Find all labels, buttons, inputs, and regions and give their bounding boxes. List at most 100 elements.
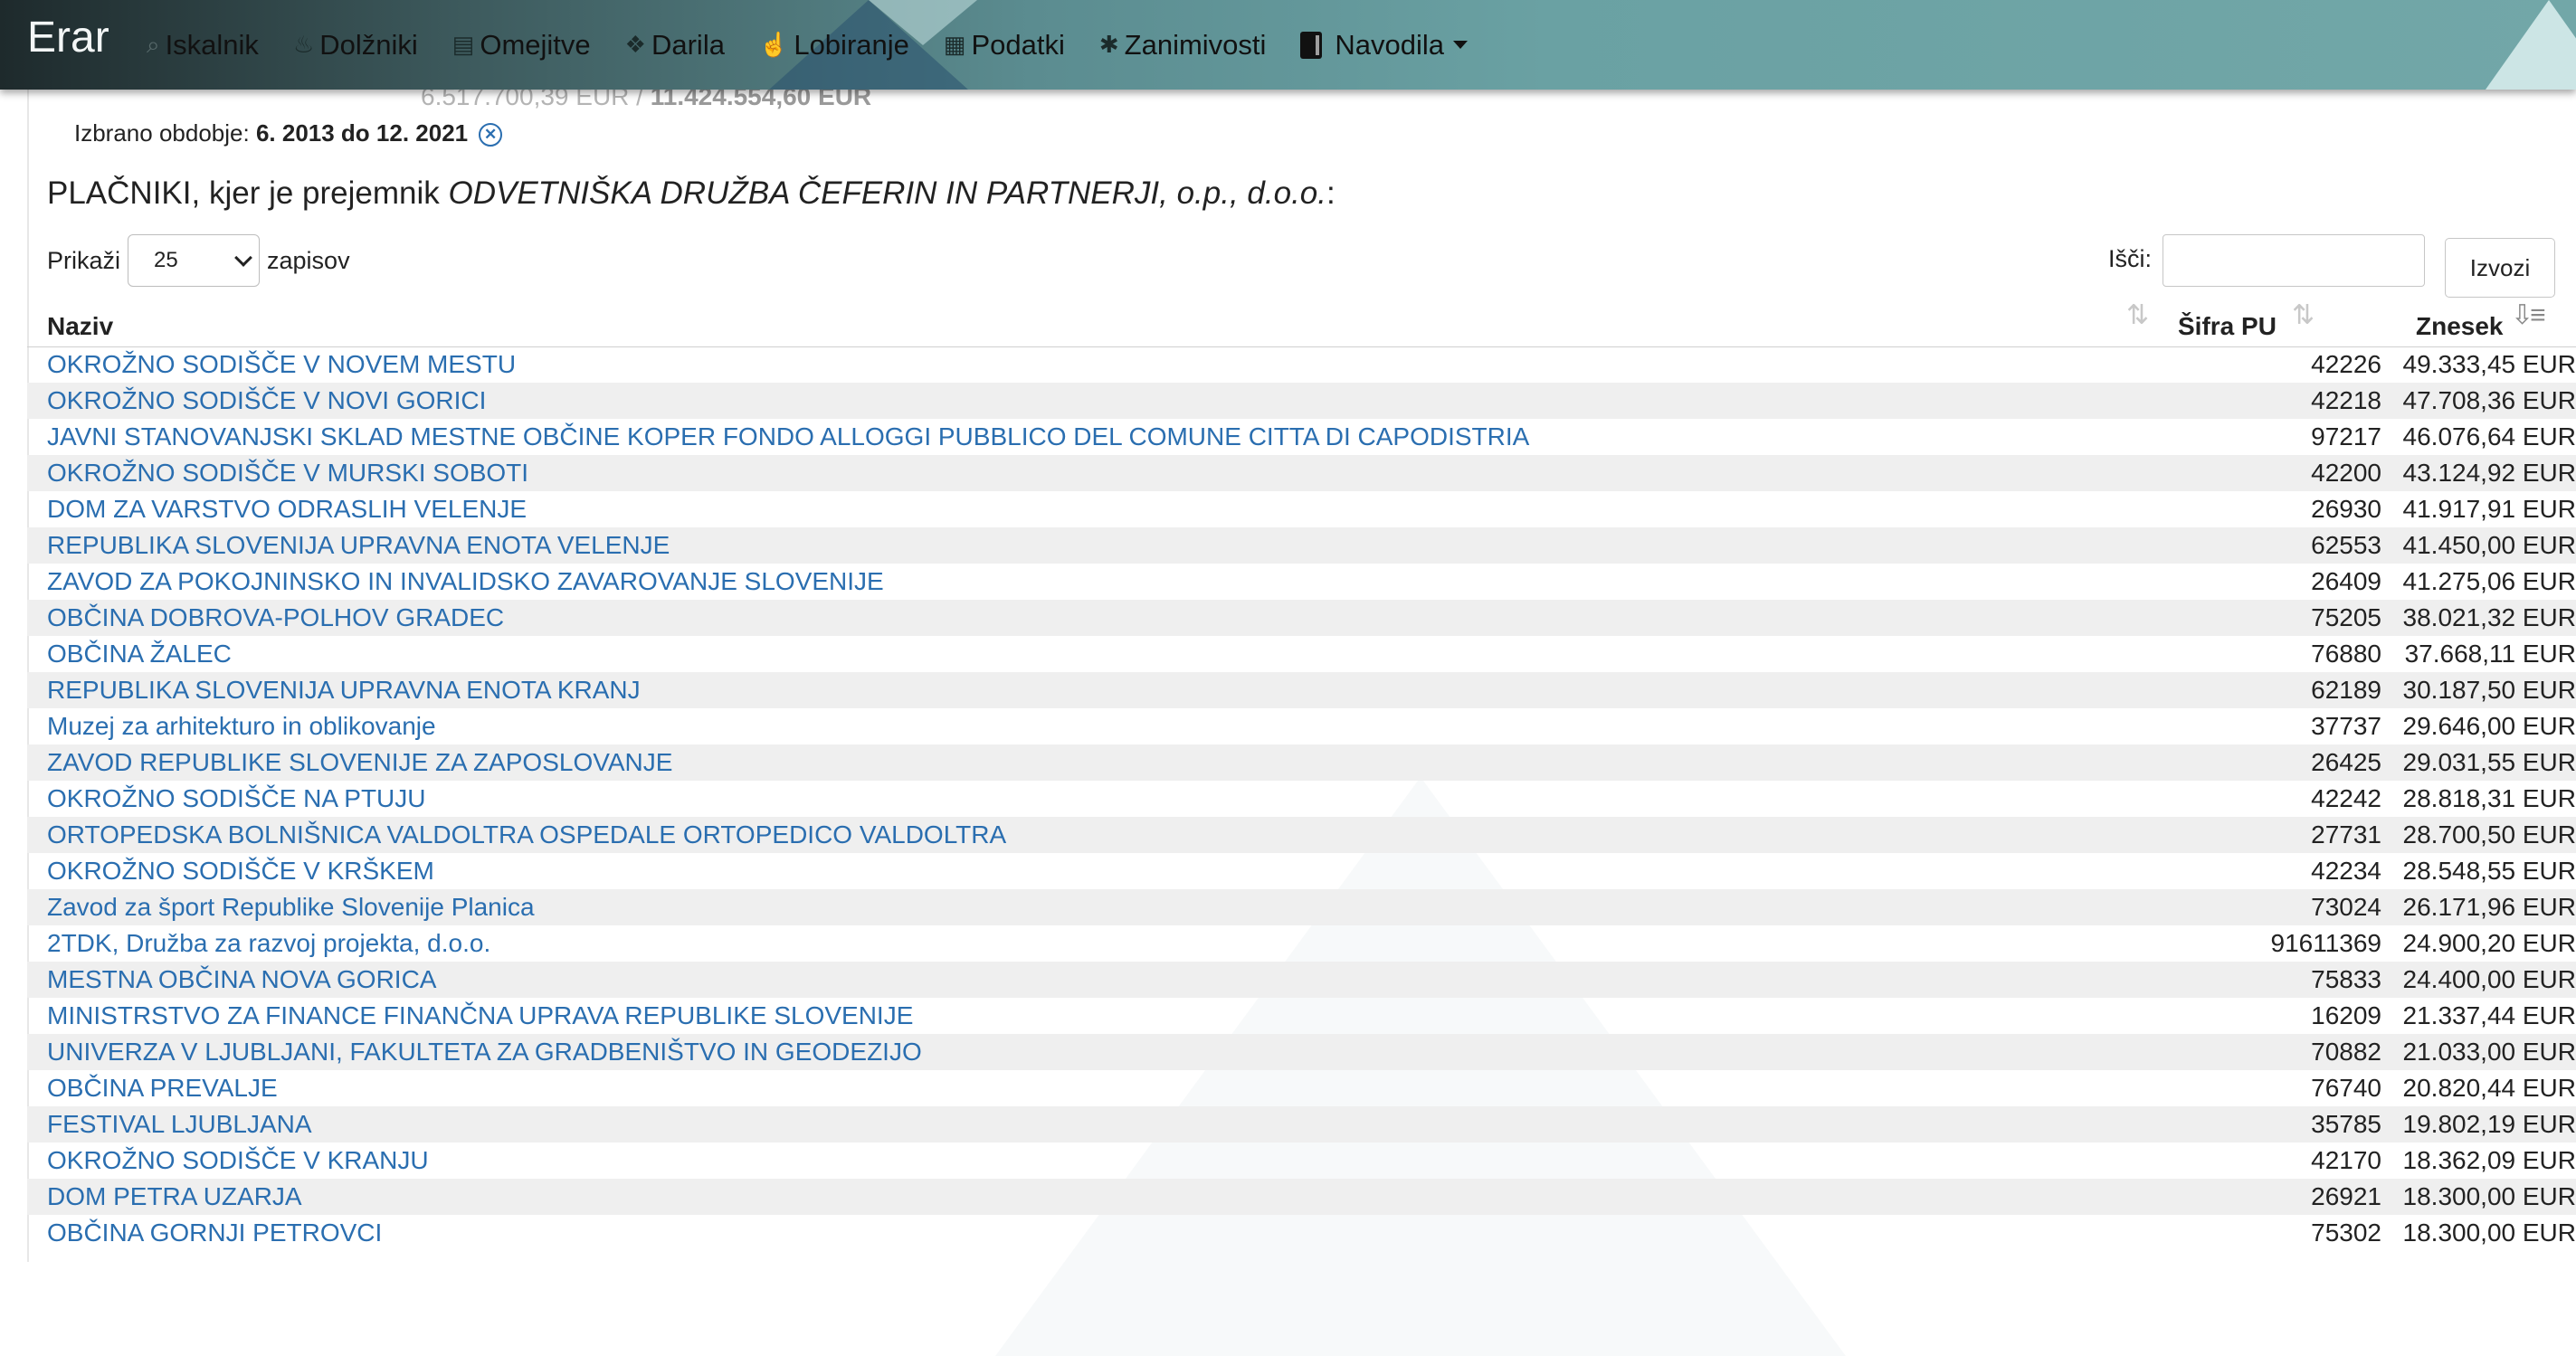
payment-amount: 26.171,96 EUR bbox=[2402, 893, 2576, 921]
payer-name-link[interactable]: JAVNI STANOVANJSKI SKLAD MESTNE OBČINE K… bbox=[47, 422, 1529, 451]
payer-name-link[interactable]: OBČINA GORNJI PETROVCI bbox=[47, 1219, 382, 1247]
payer-code: 26930 bbox=[2311, 495, 2381, 523]
payer-name-link[interactable]: OKROŽNO SODIŠČE V KRŠKEM bbox=[47, 857, 434, 886]
payment-amount: 18.300,00 EUR bbox=[2402, 1182, 2576, 1210]
payer-name-link[interactable]: UNIVERZA V LJUBLJANI, FAKULTETA ZA GRADB… bbox=[47, 1038, 922, 1067]
payer-name-link[interactable]: OBČINA ŽALEC bbox=[47, 640, 232, 669]
payer-name-link[interactable]: ZAVOD REPUBLIKE SLOVENIJE ZA ZAPOSLOVANJ… bbox=[47, 748, 672, 777]
payer-code: 42226 bbox=[2311, 350, 2381, 378]
table-body: OKROŽNO SODIŠČE V NOVEM MESTU 42226 49.333… bbox=[27, 346, 2576, 1251]
period-label: Izbrano obdobje: bbox=[74, 119, 250, 147]
payer-name-link[interactable]: FESTIVAL LJUBLJANA bbox=[47, 1110, 312, 1139]
search-icon: ⌕ bbox=[147, 30, 160, 58]
nav-item-dolzniki[interactable]: ♨ Dolžniki bbox=[293, 29, 418, 62]
table-row: OBČINA GORNJI PETROVCI 75302 18.300,00 EUR bbox=[27, 1215, 2576, 1251]
payment-amount: 21.033,00 EUR bbox=[2402, 1038, 2576, 1066]
asterisk-icon: ✱ bbox=[1098, 31, 1119, 58]
payment-amount: 37.668,11 EUR bbox=[2404, 640, 2576, 668]
table-row: FESTIVAL LJUBLJANA 35785 19.802,19 EUR bbox=[27, 1106, 2576, 1143]
table-row: ZAVOD ZA POKOJNINSKO IN INVALIDSKO ZAVAR… bbox=[27, 564, 2576, 600]
payer-code: 75833 bbox=[2311, 965, 2381, 993]
table-search: Išči: Izvozi bbox=[2108, 234, 2556, 298]
table-row: OKROŽNO SODIŠČE V MURSKI SOBOTI 42200 43.1… bbox=[27, 455, 2576, 491]
main-content: 6.517.700,39 EUR / 11.424.554,60 EUR Izb… bbox=[27, 82, 2576, 1356]
payer-name-link[interactable]: OBČINA PREVALJE bbox=[47, 1074, 278, 1103]
payer-name-link[interactable]: OKROŽNO SODIŠČE V KRANJU bbox=[47, 1146, 429, 1175]
column-header-name[interactable]: Naziv bbox=[47, 312, 113, 341]
heading-suffix: : bbox=[1326, 175, 1336, 211]
payer-code: 42218 bbox=[2311, 386, 2381, 414]
sort-icon[interactable]: ⇅ bbox=[2126, 299, 2149, 331]
payer-name-link[interactable]: ZAVOD ZA POKOJNINSKO IN INVALIDSKO ZAVAR… bbox=[47, 567, 884, 596]
sort-descending-icon[interactable]: ⇩≡ bbox=[2511, 299, 2546, 331]
payment-amount: 28.700,50 EUR bbox=[2402, 820, 2576, 849]
briefcase-icon: ▤ bbox=[452, 31, 475, 58]
grid-icon: ▦ bbox=[943, 31, 966, 58]
fire-icon: ♨ bbox=[292, 31, 315, 58]
payment-amount: 19.802,19 EUR bbox=[2402, 1110, 2576, 1138]
payer-name-link[interactable]: OKROŽNO SODIŠČE V NOVEM MESTU bbox=[47, 350, 516, 379]
nav-item-iskalnik[interactable]: ⌕ Iskalnik bbox=[147, 29, 259, 62]
payer-code: 37737 bbox=[2311, 712, 2381, 740]
nav-item-darila[interactable]: ❖ Darila bbox=[625, 29, 725, 62]
payer-name-link[interactable]: 2TDK, Družba za razvoj projekta, d.o.o. bbox=[47, 929, 490, 958]
payer-code: 75302 bbox=[2311, 1219, 2381, 1247]
nav-item-label: Navodila bbox=[1335, 28, 1445, 61]
payer-code: 27731 bbox=[2311, 820, 2381, 849]
table-row: MESTNA OBČINA NOVA GORICA 75833 24.400,00 … bbox=[27, 962, 2576, 998]
payer-name-link[interactable]: OKROŽNO SODIŠČE NA PTUJU bbox=[47, 784, 426, 813]
nav-item-zanimivosti[interactable]: ✱ Zanimivosti bbox=[1099, 29, 1267, 62]
table-row: REPUBLIKA SLOVENIJA UPRAVNA ENOTA VELENJ… bbox=[27, 527, 2576, 564]
payer-name-link[interactable]: Muzej za arhitekturo in oblikovanje bbox=[47, 712, 436, 741]
navbar-decoration bbox=[2486, 0, 2576, 90]
payer-name-link[interactable]: ORTOPEDSKA BOLNIŠNICA VALDOLTRA OSPEDALE… bbox=[47, 820, 1006, 849]
nav-item-label: Omejitve bbox=[480, 28, 591, 61]
column-header-code[interactable]: Šifra PU bbox=[2178, 312, 2277, 341]
table-row: ORTOPEDSKA BOLNIŠNICA VALDOLTRA OSPEDALE… bbox=[27, 817, 2576, 853]
payer-code: 91611369 bbox=[2270, 929, 2382, 957]
payer-code: 73024 bbox=[2311, 893, 2381, 921]
brand-logo[interactable]: Erar bbox=[27, 13, 109, 62]
table-row: OKROŽNO SODIŠČE V NOVEM MESTU 42226 49.333… bbox=[27, 346, 2576, 383]
nav-item-navodila[interactable]: Navodila bbox=[1300, 28, 1469, 62]
column-header-amount[interactable]: Znesek bbox=[2416, 312, 2504, 341]
payer-name-link[interactable]: REPUBLIKA SLOVENIJA UPRAVNA ENOTA VELENJ… bbox=[47, 531, 670, 560]
clear-period-icon[interactable]: ✕ bbox=[479, 123, 503, 147]
chevron-down-icon bbox=[234, 249, 252, 267]
payment-amount: 38.021,32 EUR bbox=[2402, 603, 2576, 631]
nav-item-lobiranje[interactable]: ☝ Lobiranje bbox=[759, 29, 909, 62]
table-row: MINISTRSTVO ZA FINANCE FINANČNA UPRAVA R… bbox=[27, 998, 2576, 1034]
payer-code: 97217 bbox=[2311, 422, 2381, 450]
payer-code: 42200 bbox=[2311, 459, 2381, 487]
heading-prefix: PLAČNIKI, kjer je prejemnik bbox=[47, 175, 449, 211]
nav-item-label: Iskalnik bbox=[165, 28, 259, 61]
payer-name-link[interactable]: REPUBLIKA SLOVENIJA UPRAVNA ENOTA KRANJ bbox=[47, 676, 641, 705]
payer-name-link[interactable]: DOM PETRA UZARJA bbox=[47, 1182, 302, 1211]
payer-name-link[interactable]: MINISTRSTVO ZA FINANCE FINANČNA UPRAVA R… bbox=[47, 1001, 913, 1030]
payer-name-link[interactable]: OKROŽNO SODIŠČE V NOVI GORICI bbox=[47, 386, 486, 415]
payer-name-link[interactable]: Zavod za šport Republike Slovenije Plani… bbox=[47, 893, 535, 922]
search-input[interactable] bbox=[2163, 234, 2426, 287]
table-row: OKROŽNO SODIŠČE V NOVI GORICI 42218 47.708… bbox=[27, 383, 2576, 419]
page-length-select[interactable]: 25 bbox=[128, 234, 261, 287]
page-length-value: 25 bbox=[154, 248, 178, 272]
payer-name-link[interactable]: OKROŽNO SODIŠČE V MURSKI SOBOTI bbox=[47, 459, 528, 488]
payer-name-link[interactable]: DOM ZA VARSTVO ODRASLIH VELENJE bbox=[47, 495, 527, 524]
search-label: Išči: bbox=[2108, 245, 2153, 272]
table-row: OKROŽNO SODIŠČE V KRANJU 42170 18.362,09 E… bbox=[27, 1143, 2576, 1179]
table-row: OKROŽNO SODIŠČE NA PTUJU 42242 28.818,31 E… bbox=[27, 781, 2576, 817]
payer-code: 70882 bbox=[2311, 1038, 2381, 1066]
nav-menu: ⌕ Iskalnik ♨ Dolžniki ▤ Omejitve ❖ Daril… bbox=[147, 0, 1502, 90]
sort-icon[interactable]: ⇅ bbox=[2292, 299, 2315, 331]
payer-code: 62189 bbox=[2311, 676, 2381, 704]
nav-item-podatki[interactable]: ▦ Podatki bbox=[944, 29, 1065, 62]
export-button[interactable]: Izvozi bbox=[2445, 238, 2556, 298]
nav-item-omejitve[interactable]: ▤ Omejitve bbox=[452, 29, 591, 62]
table-row: UNIVERZA V LJUBLJANI, FAKULTETA ZA GRADB… bbox=[27, 1034, 2576, 1070]
payment-amount: 41.450,00 EUR bbox=[2402, 531, 2576, 559]
payer-name-link[interactable]: OBČINA DOBROVA-POLHOV GRADEC bbox=[47, 603, 504, 632]
payer-code: 42234 bbox=[2311, 857, 2381, 885]
payment-amount: 24.400,00 EUR bbox=[2402, 965, 2576, 993]
payer-code: 42170 bbox=[2311, 1146, 2381, 1174]
payer-name-link[interactable]: MESTNA OBČINA NOVA GORICA bbox=[47, 965, 436, 994]
